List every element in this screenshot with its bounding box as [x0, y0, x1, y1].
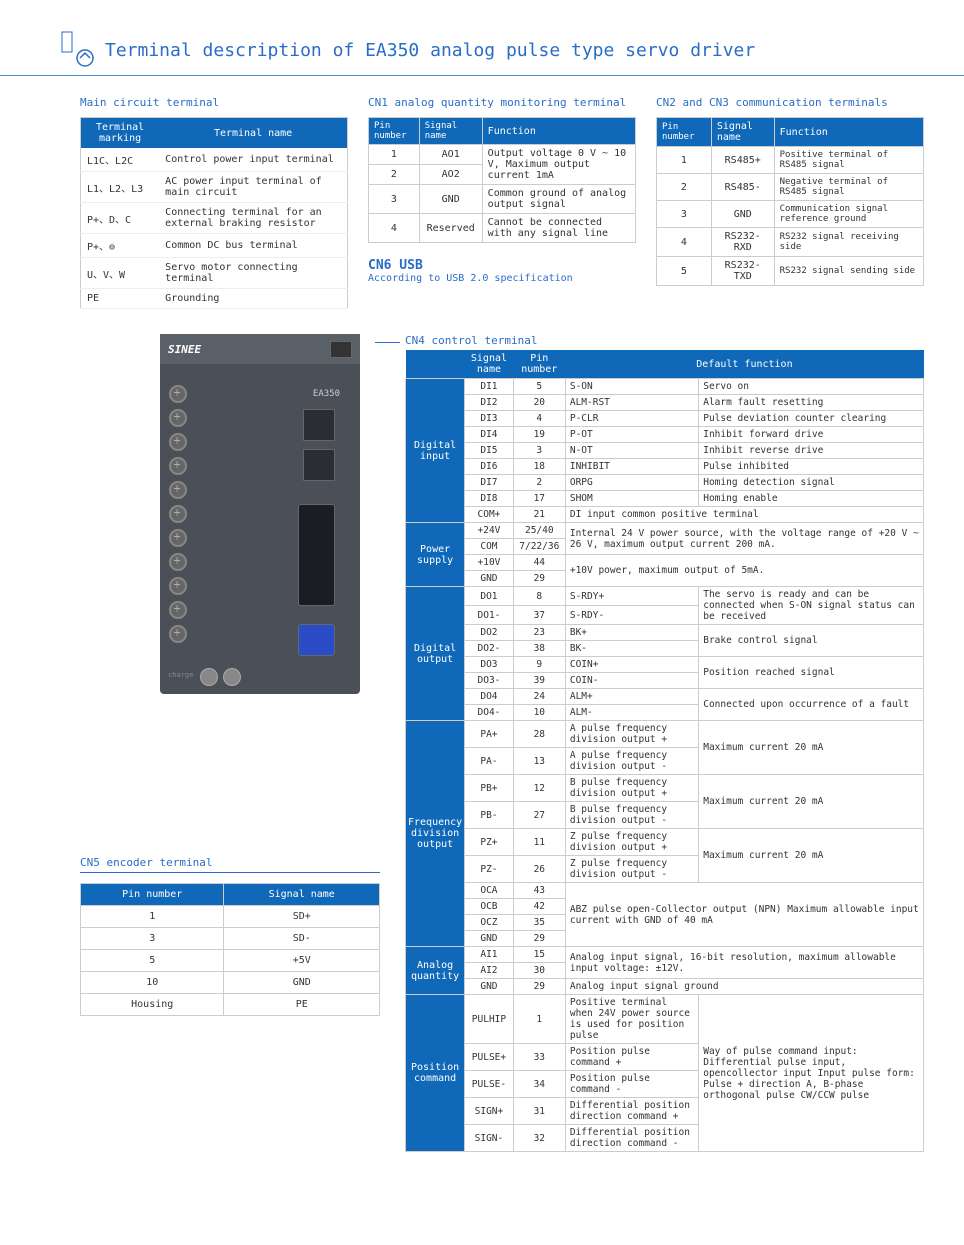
table-row: 3SD- — [81, 928, 380, 950]
button-icon — [223, 668, 241, 686]
cn5-title: CN5 encoder terminal — [80, 856, 380, 873]
screw-icon — [169, 505, 187, 523]
table-row: 5+5V — [81, 950, 380, 972]
main-circuit-title: Main circuit terminal — [80, 96, 348, 109]
device-brand: SINEE — [168, 343, 201, 356]
table-row: 3GNDCommunication signal reference groun… — [657, 201, 924, 228]
cn6-section: CN6 USB According to USB 2.0 specificati… — [368, 258, 636, 284]
table-row: 3GNDCommon ground of analog output signa… — [369, 185, 636, 214]
cn4-table: Signal name Pin number Default function … — [405, 350, 924, 1152]
cn1-section: CN1 analog quantity monitoring terminal … — [368, 96, 636, 309]
port-icon — [303, 449, 335, 481]
screw-icon — [169, 457, 187, 475]
button-icon — [200, 668, 218, 686]
cn2-title: CN2 and CN3 communication terminals — [656, 96, 924, 109]
cn4-section: CN4 control terminal Signal name Pin num… — [405, 334, 924, 1152]
header-icon — [60, 30, 100, 70]
page-header: Terminal description of EA350 analog pul… — [0, 0, 964, 76]
device-image: SINEE EA350 charge — [160, 334, 360, 694]
screw-icon — [169, 553, 187, 571]
table-row: 1RS485+Positive terminal of RS485 signal — [657, 147, 924, 174]
screw-icon — [169, 433, 187, 451]
table-row: 2RS485-Negative terminal of RS485 signal — [657, 174, 924, 201]
port-icon — [303, 409, 335, 441]
main-circuit-section: Main circuit terminal Terminal markingTe… — [80, 96, 348, 309]
main-circuit-table: Terminal markingTerminal name L1C、L2CCon… — [80, 117, 348, 309]
table-row: P+、D、CConnecting terminal for an externa… — [81, 203, 348, 234]
table-row: 1AO1Output voltage 0 V ~ 10 V, Maximum o… — [369, 145, 636, 165]
table-row: 5RS232-TXDRS232 signal sending side — [657, 257, 924, 286]
port-icon — [298, 504, 335, 606]
screw-icon — [169, 625, 187, 643]
device-model: EA350 — [313, 389, 340, 399]
screw-icon — [169, 481, 187, 499]
table-row: L1、L2、L3AC power input terminal of main … — [81, 172, 348, 203]
screw-icon — [169, 385, 187, 403]
cn1-title: CN1 analog quantity monitoring terminal — [368, 96, 636, 109]
table-row: L1C、L2CControl power input terminal — [81, 148, 348, 172]
cn2-section: CN2 and CN3 communication terminals Pin … — [656, 96, 924, 309]
table-row: P+、⊖Common DC bus terminal — [81, 234, 348, 258]
table-row: U、V、WServo motor connecting terminal — [81, 258, 348, 289]
table-row: 4ReservedCannot be connected with any si… — [369, 214, 636, 243]
screw-icon — [169, 529, 187, 547]
cn5-section: CN5 encoder terminal Pin numberSignal na… — [80, 856, 380, 1016]
page-title: Terminal description of EA350 analog pul… — [105, 40, 755, 61]
table-row: 1SD+ — [81, 906, 380, 928]
table-row: 10GND — [81, 972, 380, 994]
screw-icon — [169, 577, 187, 595]
cn5-table: Pin numberSignal name 1SD+ 3SD- 5+5V 10G… — [80, 883, 380, 1016]
cn6-sub: According to USB 2.0 specification — [368, 273, 636, 284]
table-row: PEGrounding — [81, 289, 348, 309]
table-row: 4RS232-RXDRS232 signal receiving side — [657, 228, 924, 257]
cn1-table: Pin numberSignal nameFunction 1AO1Output… — [368, 117, 636, 243]
cn6-title: CN6 USB — [368, 258, 636, 273]
charge-label: charge — [168, 671, 193, 679]
cn4-title: CN4 control terminal — [405, 334, 924, 347]
cn2-table: Pin numberSignal nameFunction 1RS485+Pos… — [656, 117, 924, 286]
table-row: HousingPE — [81, 994, 380, 1016]
screw-icon — [169, 601, 187, 619]
port-icon — [298, 624, 335, 656]
screw-icon — [169, 409, 187, 427]
